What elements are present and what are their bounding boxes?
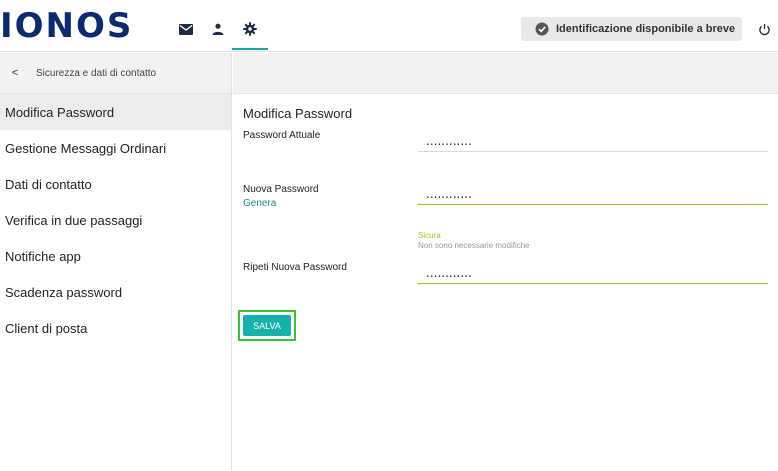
verified-badge-icon [535, 22, 549, 36]
sidebar-item-modifica-password[interactable]: Modifica Password [0, 94, 231, 130]
save-button[interactable]: SALVA [243, 315, 291, 336]
repeat-password-label: Ripeti Nuova Password [243, 262, 347, 273]
sidebar-item-label: Scadenza password [5, 284, 123, 300]
badge-label: Identificazione disponibile a breve [556, 23, 736, 35]
power-icon[interactable] [756, 21, 772, 37]
password-form: Modifica Password Password Attuale Nuova… [233, 94, 778, 471]
identification-badge[interactable]: Identificazione disponibile a breve [521, 17, 742, 41]
sidebar-item-client-posta[interactable]: Client di posta [0, 310, 231, 346]
person-icon[interactable] [210, 22, 226, 36]
active-tab-indicator [232, 48, 268, 50]
password-strength-level: Sicura [418, 231, 441, 240]
sidebar-item-dati-contatto[interactable]: Dati di contatto [0, 166, 231, 202]
sidebar: < Sicurezza e dati di contatto Modifica … [0, 53, 232, 471]
current-password-input[interactable] [418, 130, 768, 152]
repeat-password-input[interactable] [418, 262, 768, 284]
new-password-label: Nuova Password [243, 184, 319, 195]
back-chevron-icon[interactable]: < [0, 67, 30, 79]
sidebar-item-gestione-messaggi[interactable]: Gestione Messaggi Ordinari [0, 130, 231, 166]
save-button-highlight: SALVA [238, 310, 296, 341]
sidebar-item-label: Verifica in due passaggi [5, 212, 143, 228]
sidebar-item-label: Modifica Password [5, 104, 115, 120]
sidebar-item-label: Client di posta [5, 320, 88, 336]
sidebar-item-label: Notifiche app [5, 248, 81, 264]
ionos-logo[interactable]: IONOS [0, 6, 133, 46]
password-strength-note: Non sono necessarie modifiche [418, 241, 530, 250]
sidebar-item-label: Dati di contatto [5, 176, 92, 192]
content-header [233, 53, 778, 94]
new-password-input[interactable] [418, 183, 768, 205]
top-bar: IONOS Identificazione disponibile a brev… [0, 0, 778, 52]
sidebar-item-scadenza-password[interactable]: Scadenza password [0, 274, 231, 310]
sidebar-header: < Sicurezza e dati di contatto [0, 53, 231, 94]
generate-password-link[interactable]: Genera [243, 198, 276, 209]
form-title: Modifica Password [243, 106, 353, 121]
sidebar-header-title: Sicurezza e dati di contatto [36, 67, 157, 79]
sidebar-item-notifiche-app[interactable]: Notifiche app [0, 238, 231, 274]
sidebar-item-label: Gestione Messaggi Ordinari [5, 140, 167, 156]
current-password-label: Password Attuale [243, 130, 321, 141]
sidebar-item-verifica-due-passaggi[interactable]: Verifica in due passaggi [0, 202, 231, 238]
envelope-icon[interactable] [178, 22, 194, 36]
gear-icon[interactable] [242, 22, 258, 36]
